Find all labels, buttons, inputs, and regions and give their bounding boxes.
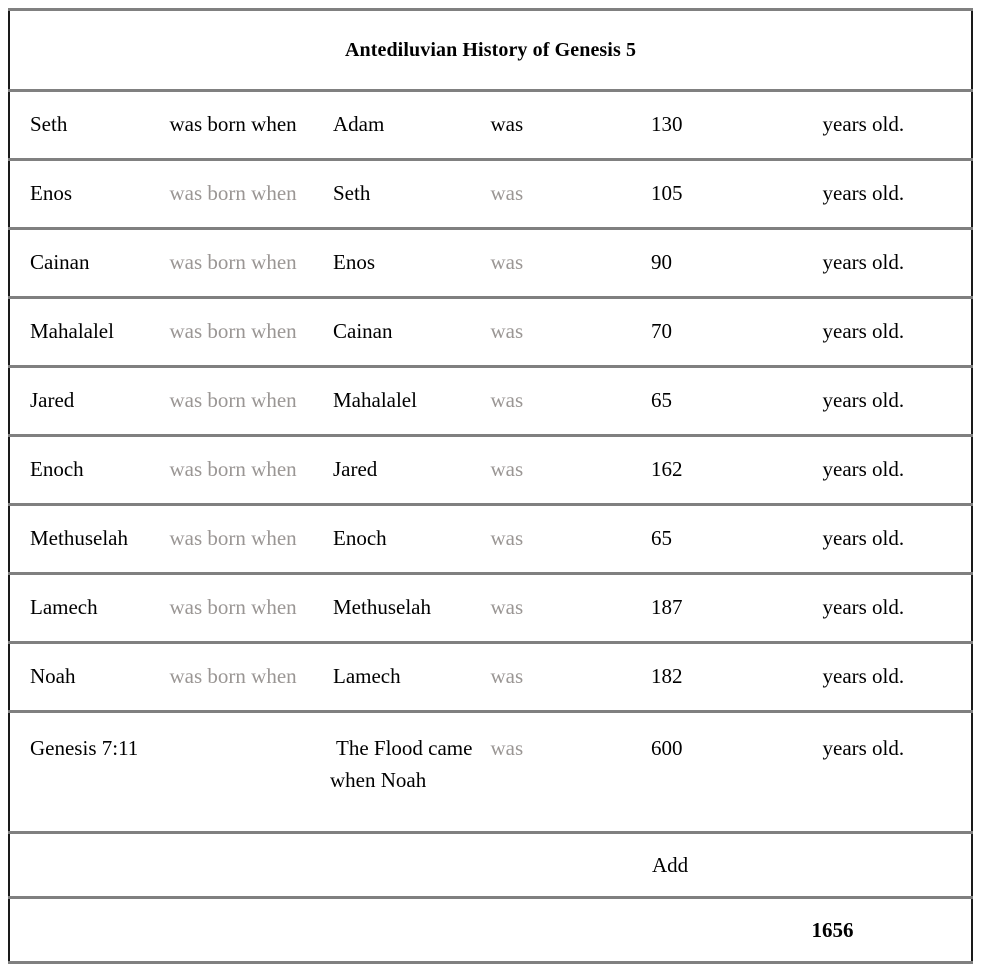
row-was-phrase: was [490, 642, 651, 713]
row-born-phrase: was born when [169, 435, 330, 506]
row-suffix: years old. [811, 90, 972, 161]
add-row: Add [9, 832, 972, 899]
row-subject: Mahalalel [9, 297, 170, 368]
table-body: Antediluvian History of Genesis 5 Seth w… [9, 9, 972, 963]
row-suffix: years old. [811, 159, 972, 230]
flood-row: Genesis 7:11 The Flood came when Noah wa… [9, 711, 972, 834]
row-born-phrase: was born when [169, 159, 330, 230]
row-was-phrase: was [490, 435, 651, 506]
flood-suffix: years old. [811, 711, 972, 834]
total-value: 1656 [811, 917, 854, 942]
table-row: Seth was born when Adam was 130 years ol… [9, 90, 972, 161]
row-suffix: years old. [811, 228, 972, 299]
row-suffix: years old. [811, 573, 972, 644]
add-empty-cell-2 [169, 832, 330, 899]
table-row: Methuselah was born when Enoch was 65 ye… [9, 504, 972, 575]
row-born-phrase: was born when [169, 366, 330, 437]
flood-was-phrase: was [490, 711, 651, 834]
add-empty-cell-1 [9, 832, 170, 899]
row-subject: Noah [9, 642, 170, 713]
total-empty-cell-1 [9, 898, 170, 963]
row-was-phrase: was [490, 366, 651, 437]
row-subject: Enos [9, 159, 170, 230]
row-age: 105 [651, 159, 812, 230]
total-row: 1656 [9, 898, 972, 963]
flood-reference: Genesis 7:11 [9, 711, 170, 834]
table-title-row: Antediluvian History of Genesis 5 [9, 9, 972, 92]
total-empty-cell-4 [491, 898, 652, 963]
row-age: 65 [651, 366, 812, 437]
row-was-phrase: was [490, 159, 651, 230]
table-row: Noah was born when Lamech was 182 years … [9, 642, 972, 713]
row-suffix: years old. [811, 366, 972, 437]
add-label: Add [651, 832, 812, 899]
row-age: 90 [651, 228, 812, 299]
add-empty-cell-5 [811, 832, 972, 899]
row-age: 162 [651, 435, 812, 506]
row-suffix: years old. [811, 297, 972, 368]
total-empty-cell-3 [330, 898, 491, 963]
row-object: Jared [330, 435, 491, 506]
row-suffix: years old. [811, 504, 972, 575]
flood-age: 600 [651, 711, 812, 834]
table-row: Cainan was born when Enos was 90 years o… [9, 228, 972, 299]
antediluvian-history-table: Antediluvian History of Genesis 5 Seth w… [8, 8, 973, 964]
row-was-phrase: was [490, 228, 651, 299]
row-age: 182 [651, 642, 812, 713]
add-empty-cell-3 [330, 832, 491, 899]
row-age: 70 [651, 297, 812, 368]
row-born-phrase: was born when [169, 642, 330, 713]
row-age: 187 [651, 573, 812, 644]
row-suffix: years old. [811, 435, 972, 506]
row-age: 65 [651, 504, 812, 575]
row-born-phrase: was born when [169, 228, 330, 299]
total-empty-cell-5 [651, 898, 812, 963]
row-age: 130 [651, 90, 812, 161]
table-row: Mahalalel was born when Cainan was 70 ye… [9, 297, 972, 368]
row-object: Seth [330, 159, 491, 230]
row-was-phrase: was [490, 297, 651, 368]
table-row: Jared was born when Mahalalel was 65 yea… [9, 366, 972, 437]
row-born-phrase: was born when [169, 90, 330, 161]
total-empty-cell-2 [170, 898, 331, 963]
row-subject: Jared [9, 366, 170, 437]
flood-statement: The Flood came when Noah [330, 711, 491, 834]
table-row: Enos was born when Seth was 105 years ol… [9, 159, 972, 230]
row-was-phrase: was [490, 90, 651, 161]
page-container: Antediluvian History of Genesis 5 Seth w… [0, 0, 987, 964]
table-title: Antediluvian History of Genesis 5 [9, 9, 972, 92]
row-object: Mahalalel [330, 366, 491, 437]
row-object: Methuselah [330, 573, 491, 644]
row-subject: Seth [9, 90, 170, 161]
row-born-phrase: was born when [169, 297, 330, 368]
row-object: Enos [330, 228, 491, 299]
row-subject: Lamech [9, 573, 170, 644]
table-row: Enoch was born when Jared was 162 years … [9, 435, 972, 506]
add-empty-cell-4 [490, 832, 651, 899]
row-suffix: years old. [811, 642, 972, 713]
flood-empty-cell [169, 711, 330, 834]
row-object: Cainan [330, 297, 491, 368]
row-subject: Enoch [9, 435, 170, 506]
row-born-phrase: was born when [169, 573, 330, 644]
row-subject: Cainan [9, 228, 170, 299]
row-object: Enoch [330, 504, 491, 575]
row-born-phrase: was born when [169, 504, 330, 575]
row-subject: Methuselah [9, 504, 170, 575]
row-object: Lamech [330, 642, 491, 713]
row-was-phrase: was [490, 504, 651, 575]
row-object: Adam [330, 90, 491, 161]
row-was-phrase: was [490, 573, 651, 644]
table-row: Lamech was born when Methuselah was 187 … [9, 573, 972, 644]
